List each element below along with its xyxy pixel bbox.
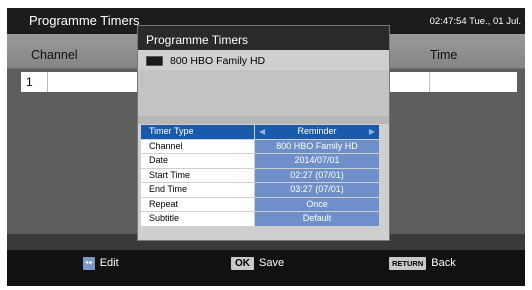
setting-label: Timer Type <box>141 125 254 139</box>
setting-value[interactable]: 800 HBO Family HD <box>255 139 379 153</box>
dialog-channel-line: 800 HBO Family HD <box>146 55 265 67</box>
footer-edit-label: Edit <box>99 257 119 269</box>
setting-label: Channel <box>141 139 254 153</box>
setting-value[interactable]: 03:27 (07/01) <box>255 183 379 197</box>
arrows-key-icon: ◂ ▸ <box>83 256 95 270</box>
setting-value[interactable]: ◀ Reminder ▶ <box>255 125 379 139</box>
setting-start-time[interactable]: Start Time 02:27 (07/01) <box>141 168 386 182</box>
footer-bar: ◂ ▸ Edit OK Save RETURN Back <box>7 250 525 286</box>
arrow-right-icon[interactable]: ▶ <box>369 125 375 139</box>
setting-label: End Time <box>141 183 254 197</box>
setting-value[interactable]: 02:27 (07/01) <box>255 168 379 182</box>
footer-save-label: Save <box>259 257 285 269</box>
setting-date[interactable]: Date 2014/07/01 <box>141 154 386 168</box>
timer-settings: Timer Type ◀ Reminder ▶ Channel 800 HBO … <box>141 125 386 227</box>
return-key-icon: RETURN <box>389 256 427 270</box>
dialog-channel-name: 800 HBO Family HD <box>170 55 266 67</box>
dialog-info-area <box>138 70 389 116</box>
programme-timers-dialog: Programme Timers 800 HBO Family HD Timer… <box>137 25 390 241</box>
row-divider <box>429 72 430 92</box>
setting-label: Start Time <box>141 168 254 182</box>
column-channel: Channel <box>31 48 78 62</box>
footer-back[interactable]: RETURN Back <box>389 256 456 270</box>
dialog-title-bar: Programme Timers <box>138 26 389 50</box>
ok-key-icon: OK <box>231 256 254 270</box>
setting-label: Date <box>141 154 254 168</box>
dialog-divider-band <box>138 116 389 124</box>
setting-timer-type[interactable]: Timer Type ◀ Reminder ▶ <box>141 125 386 139</box>
setting-repeat[interactable]: Repeat Once <box>141 197 386 211</box>
setting-value[interactable]: Default <box>255 212 379 226</box>
clock-display: 02:47:54 Tue., 01 Jul. <box>429 16 521 27</box>
setting-subtitle[interactable]: Subtitle Default <box>141 212 386 226</box>
setting-value-text: Reminder <box>297 126 337 136</box>
setting-label: Subtitle <box>141 212 254 226</box>
row-divider <box>47 72 48 92</box>
setting-channel[interactable]: Channel 800 HBO Family HD <box>141 139 386 153</box>
dialog-title: Programme Timers <box>146 33 249 47</box>
setting-value[interactable]: Once <box>255 197 379 211</box>
arrow-left-icon[interactable]: ◀ <box>259 125 265 139</box>
footer-edit[interactable]: ◂ ▸ Edit <box>83 256 119 270</box>
column-time: Time <box>430 48 458 62</box>
footer-save[interactable]: OK Save <box>231 256 284 270</box>
tv-icon <box>146 56 163 66</box>
footer-back-label: Back <box>431 257 456 269</box>
setting-value[interactable]: 2014/07/01 <box>255 154 379 168</box>
page-title: Programme Timers <box>29 13 140 28</box>
setting-end-time[interactable]: End Time 03:27 (07/01) <box>141 183 386 197</box>
setting-label: Repeat <box>141 197 254 211</box>
row-number: 1 <box>26 75 33 89</box>
tv-screen: Programme Timers 02:47:54 Tue., 01 Jul. … <box>7 8 525 286</box>
